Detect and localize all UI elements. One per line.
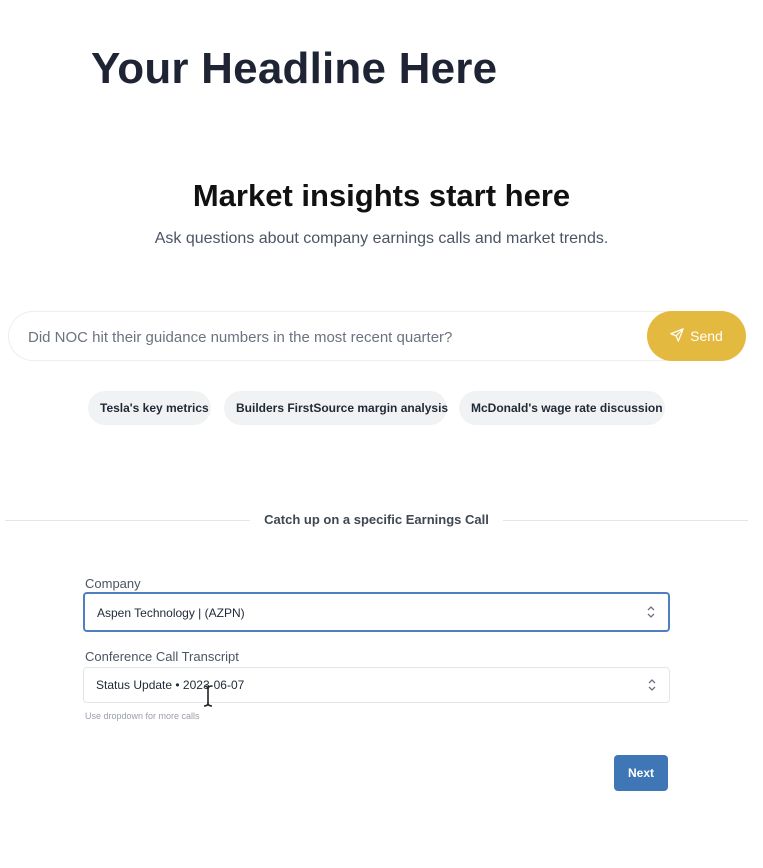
section-divider: Catch up on a specific Earnings Call — [5, 510, 748, 530]
suggestion-chip-mcdonalds[interactable]: McDonald's wage rate discussion — [459, 391, 665, 425]
hero-title: Market insights start here — [192, 178, 571, 213]
paper-plane-icon — [670, 327, 684, 345]
suggestion-chips: Tesla's key metrics Builders FirstSource… — [0, 391, 763, 425]
text-cursor-icon — [203, 685, 213, 707]
search-input[interactable] — [26, 312, 650, 362]
suggestion-chip-tesla[interactable]: Tesla's key metrics — [88, 391, 211, 425]
page-headline: Your Headline Here — [91, 44, 498, 93]
company-select-value: Aspen Technology | (AZPN) — [97, 606, 245, 620]
transcript-select[interactable]: Status Update • 2023-06-07 — [83, 667, 670, 703]
send-button[interactable]: Send — [647, 311, 746, 361]
dropdown-hint: Use dropdown for more calls — [85, 711, 200, 721]
transcript-select-value: Status Update • 2023-06-07 — [96, 678, 245, 692]
company-label: Company — [85, 576, 141, 591]
transcript-label: Conference Call Transcript — [85, 649, 239, 664]
chevron-up-down-icon — [647, 606, 655, 618]
divider-line-right — [503, 520, 748, 521]
send-button-label: Send — [690, 328, 723, 344]
hero-subtitle: Ask questions about company earnings cal… — [154, 230, 609, 247]
company-select[interactable]: Aspen Technology | (AZPN) — [83, 592, 670, 632]
next-button[interactable]: Next — [614, 755, 668, 791]
chevron-up-down-icon — [648, 679, 656, 691]
search-bar: Send — [8, 311, 746, 362]
suggestion-chip-builders-firstsource[interactable]: Builders FirstSource margin analysis — [224, 391, 448, 425]
